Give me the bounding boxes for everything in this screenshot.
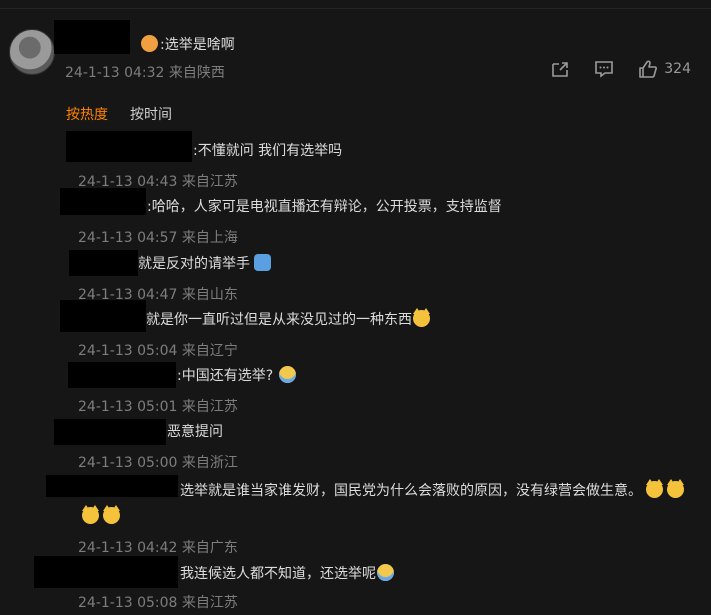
- share-icon: [552, 62, 569, 77]
- tab-sort-hot[interactable]: 按热度: [66, 107, 108, 123]
- reply-text: 就是反对的请举手: [138, 256, 250, 272]
- reply-text: 就是你一直听过但是从来没见过的一种东西: [146, 312, 412, 328]
- reply-time: 24-1-13 04:57 来自上海: [78, 230, 238, 246]
- comment-icon: [595, 61, 614, 78]
- avatar[interactable]: [9, 29, 55, 75]
- reply-content: 就是你一直听过但是从来没见过的一种东西: [146, 307, 430, 333]
- redacted-username: [54, 20, 130, 54]
- redacted-username: [60, 188, 146, 215]
- sort-tabs: 按热度 按时间: [66, 104, 194, 124]
- reply-text: :哈哈，人家可是电视直播还有辩论，公开投票，支持监督: [147, 199, 502, 215]
- reply-content: 选举就是谁当家谁发财，国民党为什么会落败的原因，没有绿营会做生意。: [78, 478, 693, 530]
- reply-text: 我连候选人都不知道，还选举呢: [180, 566, 376, 582]
- reply-time: 24-1-13 04:42 来自广东: [78, 540, 238, 556]
- reply-time: 24-1-13 05:01 来自江苏: [78, 399, 238, 415]
- cat-emoji-icon: [646, 479, 663, 498]
- reply-text: :不懂就问 我们有选举吗: [193, 143, 343, 159]
- cat-emoji-icon: [667, 479, 684, 498]
- share-button[interactable]: [550, 60, 570, 78]
- cat-emoji-icon: [103, 505, 120, 524]
- cat-emoji-icon: [413, 308, 430, 327]
- top-divider: [0, 8, 711, 9]
- main-comment-time: 24-1-13 04:32 来自陕西: [65, 65, 225, 81]
- reply-time: 24-1-13 05:00 来自浙江: [78, 455, 238, 471]
- reply-content: 我连候选人都不知道，还选举呢: [180, 561, 394, 587]
- like-button[interactable]: 324: [638, 60, 691, 78]
- reply-text: :中国还有选举?: [177, 368, 274, 384]
- main-comment-text: :选举是啥啊: [160, 37, 235, 53]
- cry-emoji-icon: [279, 366, 297, 383]
- like-count: 324: [664, 61, 691, 77]
- thumbs-up-icon: [639, 60, 658, 78]
- redacted-username: [34, 556, 178, 588]
- redacted-username: [54, 419, 166, 445]
- redacted-username: [66, 131, 192, 162]
- main-comment: :选举是啥啊: [140, 34, 235, 54]
- reply-text: 恶意提问: [167, 424, 223, 440]
- redacted-username: [69, 250, 138, 276]
- reply-button[interactable]: [594, 60, 614, 78]
- reply-content: 就是反对的请举手: [138, 251, 271, 277]
- tab-sort-time[interactable]: 按时间: [130, 107, 172, 123]
- reply-time: 24-1-13 05:08 来自江苏: [78, 595, 238, 611]
- reply-content: :中国还有选举?: [177, 363, 297, 389]
- redacted-username: [68, 362, 176, 388]
- reply-time: 24-1-13 05:04 来自辽宁: [78, 343, 238, 359]
- crown-icon: [141, 35, 158, 52]
- redacted-username: [60, 300, 146, 332]
- cat-emoji-icon: [82, 505, 99, 524]
- laugh-cry-emoji-icon: [377, 564, 394, 581]
- comment-actions: 324: [550, 60, 691, 78]
- raise-hand-emoji-icon: [254, 254, 271, 271]
- reply-text: 选举就是谁当家谁发财，国民党为什么会落败的原因，没有绿营会做生意。: [180, 483, 642, 499]
